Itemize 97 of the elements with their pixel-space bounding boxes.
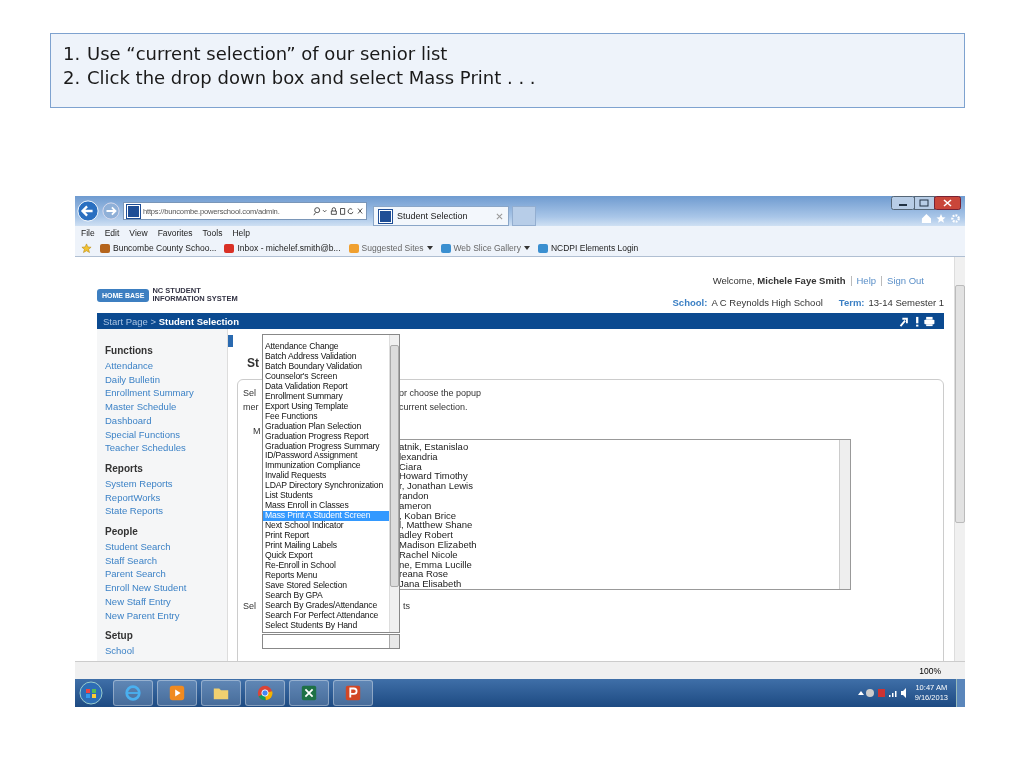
dropdown-option[interactable]: LDAP Directory Synchronization <box>263 481 389 492</box>
favorites-link[interactable]: Suggested Sites <box>348 243 433 253</box>
menu-item[interactable]: File <box>81 228 95 238</box>
step-text: Use “current selection” of our senior list <box>87 42 448 66</box>
school-label: School: <box>672 297 708 308</box>
sidebar-link[interactable]: Special Functions <box>105 427 227 442</box>
instruction-text: ts <box>403 600 410 613</box>
favorites-link[interactable]: NCDPI Elements Login <box>537 243 639 253</box>
welcome-text: Welcome, Michele Faye Smith <box>712 275 846 286</box>
dropdown-option[interactable]: Immunization Compliance <box>263 461 389 472</box>
instruction-text: Sel <box>243 388 256 398</box>
dropdown-option[interactable]: ID/Password Assignment <box>263 451 389 462</box>
favorites-link[interactable]: Buncombe County Schoo... <box>100 243 217 253</box>
student-name[interactable]: , Koban Brice <box>399 510 839 521</box>
sidebar-link[interactable]: Teacher Schedules <box>105 441 227 455</box>
student-name[interactable]: reana Rose <box>399 569 839 580</box>
dropdown-option[interactable]: Fee Functions <box>263 411 389 422</box>
sidebar-link[interactable]: New Parent Entry <box>105 608 227 623</box>
header-link[interactable]: Help <box>856 275 877 286</box>
sidebar-heading: Setup <box>105 629 134 644</box>
sidebar-link[interactable]: Daily Bulletin <box>105 372 227 387</box>
sidebar-link[interactable]: Enroll New Student <box>105 581 227 595</box>
zoom-level[interactable]: 100% <box>919 665 941 676</box>
dropdown-option[interactable]: Re-Enroll in School <box>263 560 389 571</box>
term-label: Term: <box>838 297 865 308</box>
step-text: Click the drop down box and select Mass Print . . . <box>87 66 536 90</box>
student-name[interactable]: Jana Elisabeth <box>399 579 839 589</box>
dropdown-option[interactable]: Enrollment Summary <box>263 391 389 402</box>
sidebar-link[interactable]: Staff Search <box>105 553 227 568</box>
menu-item[interactable]: Tools <box>202 228 223 238</box>
student-name[interactable]: lexandria <box>399 451 839 462</box>
student-name[interactable]: Madison Elizabeth <box>399 539 839 550</box>
student-name[interactable]: ameron <box>399 500 839 511</box>
dropdown-option[interactable]: Graduation Progress Summary <box>263 441 389 452</box>
sidebar-link[interactable]: State Reports <box>105 504 227 519</box>
sidebar-link[interactable]: System Reports <box>105 476 227 491</box>
sidebar-link[interactable]: New Staff Entry <box>105 594 227 609</box>
student-name[interactable]: Ciara <box>399 461 839 472</box>
student-name[interactable]: Rachel Nicole <box>399 549 839 560</box>
instruction-text: current selection. <box>399 401 468 414</box>
favorites-link[interactable]: Web Slice Gallery <box>440 243 530 253</box>
dropdown-option[interactable]: Batch Address Validation <box>263 351 389 362</box>
dropdown-option[interactable]: Counselor's Screen <box>263 371 389 382</box>
dropdown-option[interactable]: Graduation Progress Report <box>263 431 389 442</box>
student-name[interactable]: ne, Emma Lucille <box>399 559 839 570</box>
sidebar-link[interactable]: Parent Search <box>105 567 227 582</box>
sidebar-link[interactable]: Dashboard <box>105 413 227 428</box>
student-name[interactable]: atnik, Estanislao <box>399 442 839 452</box>
term-value: 13-14 Semester 1 <box>868 297 944 308</box>
dropdown-option[interactable]: Attendance Change <box>263 342 389 352</box>
browser-tab[interactable]: Student Selection <box>373 206 509 226</box>
page-heading: St <box>247 355 259 371</box>
header-link[interactable]: Sign Out <box>887 275 924 286</box>
sidebar-heading: Functions <box>105 344 154 358</box>
sidebar-link[interactable]: Enrollment Summary <box>105 386 227 401</box>
dropdown-option[interactable]: List Students <box>263 491 389 502</box>
school-name: A C Reynolds High School <box>711 297 823 308</box>
student-name[interactable]: r, Jonathan Lewis <box>399 481 839 491</box>
dropdown-option[interactable]: Search By Grades/Attendance <box>263 600 389 611</box>
dropdown-option[interactable]: Print Report <box>263 531 389 542</box>
menu-item[interactable]: Favorites <box>157 228 193 238</box>
student-name[interactable]: Howard Timothy <box>399 471 839 482</box>
favorites-link[interactable]: Inbox - michelef.smith@b... <box>224 243 341 253</box>
sidebar-link[interactable]: ReportWorks <box>105 490 227 505</box>
sidebar-heading: People <box>105 525 139 540</box>
dropdown-option[interactable]: Export Using Template <box>263 401 389 412</box>
sidebar-link[interactable]: Master Schedule <box>105 400 227 414</box>
instruction-text: mer <box>243 402 259 412</box>
dropdown-option[interactable]: Select Students By Hand <box>263 620 389 631</box>
instruction-text: Sel <box>243 601 256 611</box>
student-name[interactable]: l, Matthew Shane <box>399 520 839 531</box>
dropdown-option[interactable]: Quick Export <box>263 551 389 561</box>
student-name[interactable]: randon <box>399 491 839 501</box>
breadcrumb-text[interactable]: Start Page > Student Selection <box>103 315 239 327</box>
sidebar-link[interactable]: Attendance <box>105 359 227 373</box>
student-name[interactable]: adley Robert <box>399 530 839 540</box>
sidebar-link[interactable]: School <box>105 644 227 658</box>
student-listbox[interactable]: atnik, Estanislao lexandria Ciara Howard Timothy r, Jonathan Lewis randon ameron , Koban Brice l, Matthew Shane adley Robert Madison Elizabeth Rachel Nicole ne, Emma Lucille reana Rose Jana Elisabeth <box>398 439 851 590</box>
dropdown-option[interactable]: Search By GPA <box>263 590 389 601</box>
step-number: 2. <box>63 66 82 90</box>
dropdown-option[interactable]: Invalid Requests <box>263 471 389 482</box>
dropdown-option[interactable]: Save Stored Selection <box>263 580 389 591</box>
menu-item[interactable]: Help <box>232 228 250 238</box>
dropdown-option[interactable]: Reports Menu <box>263 570 389 581</box>
step-number: 1. <box>63 42 82 66</box>
dropdown-option[interactable]: Search For Perfect Attendance <box>263 610 389 621</box>
dropdown-option[interactable]: Next School Indicator <box>263 521 389 532</box>
dropdown-option[interactable]: Mass Enroll in Classes <box>263 501 389 512</box>
dropdown-option[interactable]: Graduation Plan Selection <box>263 421 389 432</box>
field-label: M <box>253 426 261 436</box>
dropdown-option[interactable]: Data Validation Report <box>263 381 389 392</box>
menu-item[interactable]: View <box>129 228 148 238</box>
sidebar-link[interactable]: Student Search <box>105 540 227 554</box>
dropdown-option[interactable]: Batch Boundary Validation <box>263 361 389 372</box>
sidebar-heading: Reports <box>105 461 144 476</box>
dropdown-option[interactable]: Print Mailing Labels <box>263 541 389 551</box>
menu-item[interactable]: Edit <box>104 228 120 238</box>
